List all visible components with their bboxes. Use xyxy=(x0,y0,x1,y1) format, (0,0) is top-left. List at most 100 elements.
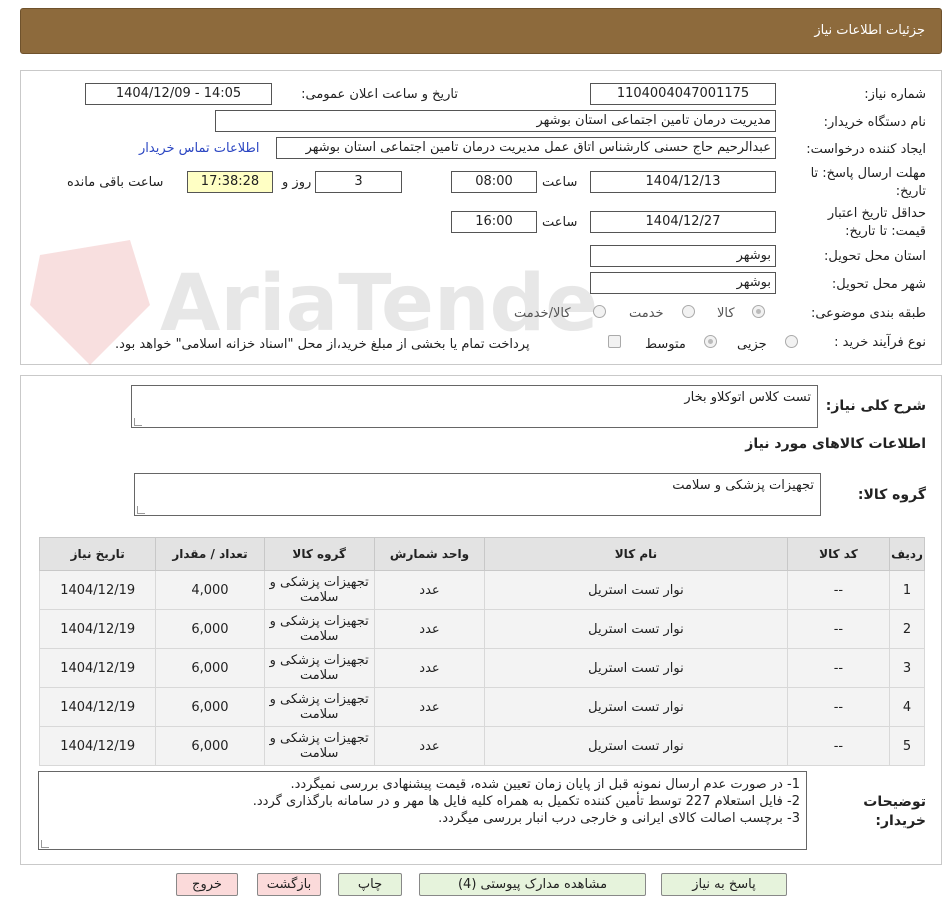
item-name: نوار تست استریل xyxy=(484,687,788,727)
category-radio-goods-service[interactable] xyxy=(593,305,606,318)
goods-group-textarea[interactable]: تجهیزات پزشکی و سلامت xyxy=(134,473,821,516)
validity-label: حداقل تاریخ اعتبار قیمت: تا تاریخ: xyxy=(827,206,926,239)
items-table: ردیف کد کالا نام کالا واحد شمارش گروه کا… xyxy=(38,537,925,766)
item-code: -- xyxy=(786,726,891,766)
category-radio-goods[interactable] xyxy=(752,305,765,318)
item-name: نوار تست استریل xyxy=(484,648,788,688)
creator-label: ایجاد کننده درخواست: xyxy=(806,142,926,157)
item-date: 1404/12/19 xyxy=(38,726,157,766)
col-name-header: نام کالا xyxy=(484,537,788,571)
table-row: 1 -- نوار تست استریل عدد تجهیزات پزشکی و… xyxy=(38,570,925,610)
row-number: 2 xyxy=(889,609,925,649)
process-option-medium: متوسط xyxy=(645,337,686,352)
note-line: 3- برچسب اصالت کالای ایرانی و خارجی درب … xyxy=(438,811,800,826)
deadline-time-label: ساعت xyxy=(542,175,578,190)
item-date: 1404/12/19 xyxy=(38,687,157,727)
item-unit: عدد xyxy=(373,648,486,688)
item-group: تجهیزات پزشکی و سلامت xyxy=(263,648,375,688)
city-label: شهر محل تحویل: xyxy=(831,277,926,292)
item-quantity: 6,000 xyxy=(155,687,265,727)
item-unit: عدد xyxy=(373,726,486,766)
validity-date-field[interactable]: 1404/12/27 xyxy=(590,211,776,233)
col-group-header: گروه کالا xyxy=(263,537,375,571)
attachments-button[interactable]: مشاهده مدارک پیوستی (4) xyxy=(419,873,646,896)
summary-text: تست کلاس اتوکلاو بخار xyxy=(684,390,811,405)
treasury-payment-note: پرداخت تمام یا بخشی از مبلغ خرید،از محل … xyxy=(115,337,530,352)
col-code-header: کد کالا xyxy=(786,537,891,571)
validity-time-label: ساعت xyxy=(542,215,578,230)
table-row: 2 -- نوار تست استریل عدد تجهیزات پزشکی و… xyxy=(38,609,925,649)
process-radio-medium[interactable] xyxy=(704,335,717,348)
col-unit-header: واحد شمارش xyxy=(373,537,486,571)
deadline-time-field[interactable]: 08:00 xyxy=(451,171,537,193)
item-code: -- xyxy=(786,648,891,688)
category-option-goods: کالا xyxy=(717,306,735,321)
note-line: 1- در صورت عدم ارسال نمونه قبل از پایان … xyxy=(290,777,800,792)
table-row: 5 -- نوار تست استریل عدد تجهیزات پزشکی و… xyxy=(38,726,925,766)
item-group: تجهیزات پزشکی و سلامت xyxy=(263,687,375,727)
process-radio-minor[interactable] xyxy=(785,335,798,348)
need-number-label: شماره نیاز: xyxy=(864,87,926,102)
item-quantity: 6,000 xyxy=(155,609,265,649)
goods-group-label: گروه کالا: xyxy=(857,487,926,503)
table-row: 3 -- نوار تست استریل عدد تجهیزات پزشکی و… xyxy=(38,648,925,688)
category-option-goods-service: کالا/خدمت xyxy=(514,306,571,321)
item-code: -- xyxy=(786,609,891,649)
province-label: استان محل تحویل: xyxy=(824,249,926,264)
resize-grip-icon[interactable] xyxy=(134,418,142,426)
resize-grip-icon[interactable] xyxy=(41,840,49,848)
buyer-notes-label: توضیحات خریدار: xyxy=(863,794,926,829)
page-title: جزئیات اطلاعات نیاز xyxy=(814,23,925,38)
goods-group-text: تجهیزات پزشکی و سلامت xyxy=(672,478,814,493)
days-field[interactable]: 3 xyxy=(315,171,402,193)
item-group: تجهیزات پزشکی و سلامت xyxy=(263,570,375,610)
page-header: جزئیات اطلاعات نیاز xyxy=(20,8,942,54)
row-number: 3 xyxy=(889,648,925,688)
treasury-payment-checkbox[interactable] xyxy=(608,335,621,348)
item-name: نوار تست استریل xyxy=(484,726,788,766)
category-option-service: خدمت xyxy=(629,306,664,321)
col-date-header: تاریخ نیاز xyxy=(38,537,157,571)
buyer-org-field[interactable]: مدیریت درمان تامین اجتماعی استان بوشهر xyxy=(215,110,776,132)
deadline-label: مهلت ارسال پاسخ: تا تاریخ: xyxy=(810,166,926,199)
need-number-field[interactable]: 1104004047001175 xyxy=(590,83,776,105)
row-number: 4 xyxy=(889,687,925,727)
reply-button[interactable]: پاسخ به نیاز xyxy=(661,873,787,896)
table-row: 4 -- نوار تست استریل عدد تجهیزات پزشکی و… xyxy=(38,687,925,727)
item-date: 1404/12/19 xyxy=(38,648,157,688)
category-radio-service[interactable] xyxy=(682,305,695,318)
back-button[interactable]: بازگشت xyxy=(257,873,321,896)
process-label: نوع فرآیند خرید : xyxy=(834,335,926,350)
summary-textarea[interactable]: تست کلاس اتوکلاو بخار xyxy=(131,385,818,428)
item-code: -- xyxy=(786,687,891,727)
item-code: -- xyxy=(786,570,891,610)
item-date: 1404/12/19 xyxy=(38,570,157,610)
process-option-minor: جزیی xyxy=(737,337,767,352)
days-label: روز و xyxy=(282,175,312,190)
item-group: تجهیزات پزشکی و سلامت xyxy=(263,726,375,766)
item-name: نوار تست استریل xyxy=(484,570,788,610)
items-section-title: اطلاعات کالاهای مورد نیاز xyxy=(745,436,926,452)
remaining-label: ساعت باقی مانده xyxy=(67,175,164,190)
item-group: تجهیزات پزشکی و سلامت xyxy=(263,609,375,649)
summary-label: شرح کلی نیاز: xyxy=(825,398,926,414)
deadline-date-field[interactable]: 1404/12/13 xyxy=(590,171,776,193)
table-header-row: ردیف کد کالا نام کالا واحد شمارش گروه کا… xyxy=(38,537,925,571)
item-unit: عدد xyxy=(373,687,486,727)
city-field[interactable]: بوشهر xyxy=(590,272,776,294)
province-field[interactable]: بوشهر xyxy=(590,245,776,267)
category-label: طبقه بندی موضوعی: xyxy=(810,306,926,321)
buyer-notes-textarea[interactable]: 1- در صورت عدم ارسال نمونه قبل از پایان … xyxy=(38,771,807,850)
print-button[interactable]: چاپ xyxy=(338,873,402,896)
item-unit: عدد xyxy=(373,570,486,610)
item-quantity: 6,000 xyxy=(155,648,265,688)
resize-grip-icon[interactable] xyxy=(137,506,145,514)
announce-field[interactable]: 1404/12/09 - 14:05 xyxy=(85,83,272,105)
col-qty-header: تعداد / مقدار xyxy=(155,537,265,571)
col-row-header: ردیف xyxy=(889,537,925,571)
buyer-contact-link[interactable]: اطلاعات تماس خریدار xyxy=(139,141,259,156)
creator-field[interactable]: عبدالرحیم حاج حسنی کارشناس اتاق عمل مدیر… xyxy=(276,137,776,159)
validity-time-field[interactable]: 16:00 xyxy=(451,211,537,233)
exit-button[interactable]: خروج xyxy=(176,873,238,896)
item-name: نوار تست استریل xyxy=(484,609,788,649)
